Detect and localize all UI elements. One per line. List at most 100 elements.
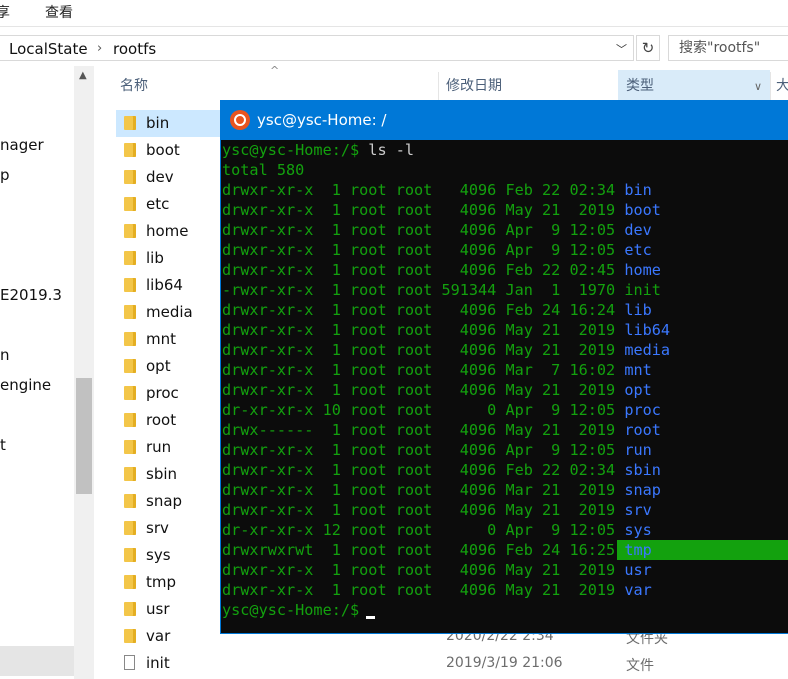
entry-meta: drwxr-xr-x 1 root root 4096 Feb 22 02:34 xyxy=(222,181,625,199)
column-type-dropdown-icon[interactable]: ∨ xyxy=(754,80,762,93)
file-name: boot xyxy=(146,141,180,159)
file-icon xyxy=(124,655,135,670)
terminal-command: ls -l xyxy=(359,141,415,159)
terminal-row: dr-xr-xr-x 12 root root 0 Apr 9 12:05 sy… xyxy=(222,520,652,540)
terminal-row: drwxr-xr-x 1 root root 4096 Feb 24 16:24… xyxy=(222,300,652,320)
column-header-modified[interactable]: 修改日期 xyxy=(446,66,502,106)
terminal-row: drwxr-xr-x 1 root root 4096 May 21 2019 … xyxy=(222,560,652,580)
entry-name: root xyxy=(624,421,661,439)
entry-meta: drwxr-xr-x 1 root root 4096 Feb 24 16:24 xyxy=(222,301,625,319)
folder-icon xyxy=(124,548,136,562)
entry-meta: drwxr-xr-x 1 root root 4096 May 21 2019 xyxy=(222,201,625,219)
terminal-output[interactable]: ysc@ysc-Home:/$ ls -l total 580 drwxr-xr… xyxy=(221,140,788,633)
folder-icon xyxy=(124,413,136,427)
folder-icon xyxy=(124,494,136,508)
entry-name: run xyxy=(624,441,652,459)
entry-meta: drwxr-xr-x 1 root root 4096 May 21 2019 xyxy=(222,561,625,579)
entry-meta: drwxr-xr-x 1 root root 4096 May 21 2019 xyxy=(222,501,625,519)
ribbon-tab-share[interactable]: 享 xyxy=(0,2,10,22)
terminal-row: drwxr-xr-x 1 root root 4096 May 21 2019 … xyxy=(222,500,652,520)
entry-meta: dr-xr-xr-x 10 root root 0 Apr 9 12:05 xyxy=(222,401,625,419)
folder-icon xyxy=(124,143,136,157)
terminal-row: drwxr-xr-x 1 root root 4096 Apr 9 12:05 … xyxy=(222,240,652,260)
file-name: proc xyxy=(146,384,179,402)
folder-icon xyxy=(124,305,136,319)
entry-meta: drwxr-xr-x 1 root root 4096 Apr 9 12:05 xyxy=(222,241,625,259)
file-name: dev xyxy=(146,168,174,186)
file-name: lib xyxy=(146,249,164,267)
file-name: media xyxy=(146,303,193,321)
address-dropdown-icon[interactable]: ﹀ xyxy=(616,41,627,57)
nav-item-selected[interactable] xyxy=(0,646,74,676)
entry-name: sys xyxy=(624,521,652,539)
terminal-prompt: ysc@ysc-Home:/$ xyxy=(222,601,360,619)
refresh-icon[interactable]: ↻ xyxy=(636,35,660,61)
folder-icon xyxy=(124,629,136,643)
nav-item[interactable]: nager xyxy=(0,136,44,154)
address-bar[interactable]: LocalState › rootfs ﹀ xyxy=(0,35,634,61)
folder-icon xyxy=(124,170,136,184)
scroll-up-icon[interactable]: ▲ xyxy=(79,70,87,81)
nav-item[interactable]: E2019.3 xyxy=(0,286,62,304)
entry-name: bin xyxy=(624,181,652,199)
file-name: sbin xyxy=(146,465,178,483)
folder-icon xyxy=(124,440,136,454)
nav-item[interactable]: p xyxy=(0,166,10,184)
ribbon-tab-view[interactable]: 查看 xyxy=(45,2,73,22)
file-name: root xyxy=(146,411,177,429)
file-type: 文件 xyxy=(626,658,654,674)
breadcrumb-localstate[interactable]: LocalState xyxy=(9,40,88,58)
terminal-prompt: ysc@ysc-Home:/$ xyxy=(222,141,360,159)
terminal-titlebar[interactable]: ysc@ysc-Home: / xyxy=(221,101,788,140)
folder-icon xyxy=(124,224,136,238)
nav-scrollbar[interactable]: ▲ xyxy=(74,66,94,679)
column-header-type[interactable]: 类型 xyxy=(626,66,654,106)
folder-icon xyxy=(124,386,136,400)
entry-name: lib64 xyxy=(624,321,671,339)
file-name: opt xyxy=(146,357,171,375)
entry-name: srv xyxy=(624,501,652,519)
file-name: run xyxy=(146,438,172,456)
ubuntu-icon[interactable] xyxy=(230,110,250,130)
terminal-title: ysc@ysc-Home: / xyxy=(257,111,387,129)
folder-icon xyxy=(124,251,136,265)
entry-meta: drwxr-xr-x 1 root root 4096 May 21 2019 xyxy=(222,581,625,599)
file-name: init xyxy=(146,654,170,672)
entry-name: init xyxy=(624,281,661,299)
folder-icon xyxy=(124,602,136,616)
nav-item[interactable]: t xyxy=(0,436,6,454)
terminal-row: drwxr-xr-x 1 root root 4096 Mar 21 2019 … xyxy=(222,480,661,500)
folder-icon xyxy=(124,521,136,535)
nav-item[interactable]: n xyxy=(0,346,10,364)
nav-scrollbar-thumb[interactable] xyxy=(76,378,92,494)
entry-name: boot xyxy=(624,201,661,219)
file-row-init[interactable]: init 2019/3/19 21:06 文件 xyxy=(116,650,788,677)
folder-icon xyxy=(124,278,136,292)
entry-name: media xyxy=(624,341,671,359)
terminal-input-line[interactable]: ysc@ysc-Home:/$ xyxy=(222,600,368,620)
terminal-row: drwxr-xr-x 1 root root 4096 Feb 22 02:34… xyxy=(222,180,652,200)
entry-meta: drwxr-xr-x 1 root root 4096 Mar 21 2019 xyxy=(222,481,625,499)
entry-meta: drwxr-xr-x 1 root root 4096 Feb 22 02:34 xyxy=(222,461,625,479)
column-header-name[interactable]: 名称 xyxy=(120,66,148,106)
column-header-size[interactable]: 大 xyxy=(776,66,788,106)
terminal-command-line: ysc@ysc-Home:/$ ls -l xyxy=(222,140,414,160)
file-name: usr xyxy=(146,600,170,618)
file-name: snap xyxy=(146,492,183,510)
terminal-row: drwxr-xr-x 1 root root 4096 May 21 2019 … xyxy=(222,320,670,340)
breadcrumb-rootfs[interactable]: rootfs xyxy=(113,40,156,58)
terminal-row: drwxrwxrwt 1 root root 4096 Feb 24 16:25… xyxy=(222,540,652,560)
terminal-row: drwx------ 1 root root 4096 May 21 2019 … xyxy=(222,420,661,440)
nav-item[interactable]: engine xyxy=(0,376,51,394)
terminal-row: drwxr-xr-x 1 root root 4096 May 21 2019 … xyxy=(222,340,670,360)
folder-icon xyxy=(124,359,136,373)
terminal-window[interactable]: ysc@ysc-Home: / ysc@ysc-Home:/$ ls -l to… xyxy=(221,101,788,633)
breadcrumb-chevron-icon[interactable]: › xyxy=(97,41,102,56)
search-input[interactable]: 搜索"rootfs" xyxy=(668,35,788,61)
entry-name: tmp xyxy=(624,541,652,559)
column-divider[interactable] xyxy=(438,72,439,102)
ribbon: 享 查看 xyxy=(0,0,788,26)
column-divider[interactable] xyxy=(770,72,771,102)
file-name: etc xyxy=(146,195,170,213)
entry-name: etc xyxy=(624,241,652,259)
